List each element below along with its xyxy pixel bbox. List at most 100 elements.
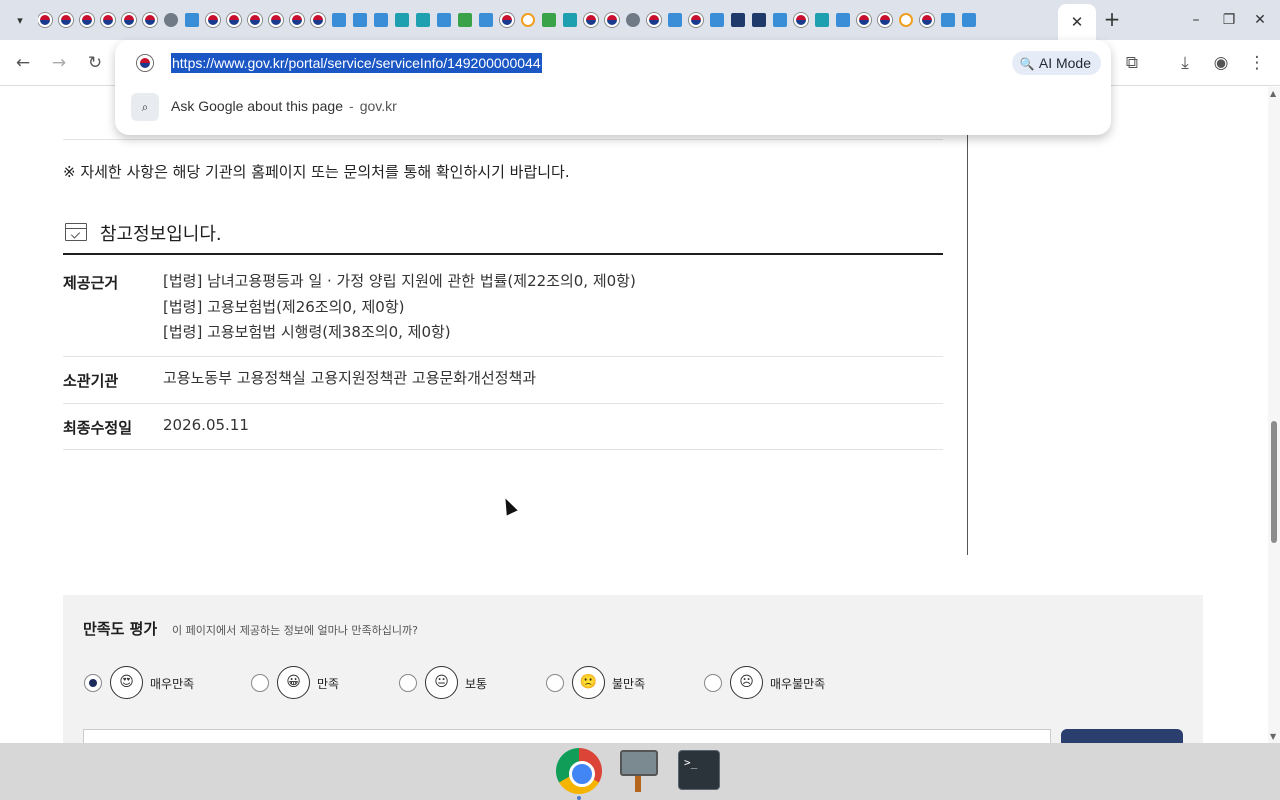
tab-favicon-blue-icon[interactable] [437, 13, 451, 27]
tab-favicon-gov-icon[interactable] [605, 13, 619, 27]
tab-favicon-teal-icon[interactable] [416, 13, 430, 27]
tab-favicon-gov-icon[interactable] [122, 13, 136, 27]
tab-favicon-blue-icon[interactable] [773, 13, 787, 27]
tab-favicon-gov-icon[interactable] [59, 13, 73, 27]
tab-favicon-blue-icon[interactable] [185, 13, 199, 27]
reference-header: 참고정보입니다. [63, 217, 943, 255]
active-tab[interactable]: ✕ [1058, 4, 1096, 40]
radio-button[interactable] [399, 674, 417, 692]
tab-favicon-gov-icon[interactable] [248, 13, 262, 27]
modified-date: 2026.05.11 [163, 416, 249, 434]
minimize-icon[interactable]: – [1186, 10, 1206, 30]
omnibox-dropdown: https://www.gov.kr/portal/service/servic… [115, 40, 1111, 135]
menu-icon[interactable]: ⋮ [1246, 52, 1268, 74]
law-link[interactable]: [법령] 남녀고용평등과 일 · 가정 양립 지원에 관한 법률(제22조의0,… [163, 269, 636, 295]
tab-favicon-gov-icon[interactable] [857, 13, 871, 27]
tab-favicon-blue-icon[interactable] [332, 13, 346, 27]
tab-favicon-blue-icon[interactable] [479, 13, 493, 27]
radio-button[interactable] [704, 674, 722, 692]
tab-favicon-blue-icon[interactable] [962, 13, 976, 27]
profile-icon[interactable]: ◉ [1210, 52, 1232, 74]
tab-favicon-blue-icon[interactable] [353, 13, 367, 27]
tab-favicon-gov-icon[interactable] [227, 13, 241, 27]
close-window-icon[interactable]: ✕ [1250, 10, 1270, 30]
tab-favicon-blue-icon[interactable] [941, 13, 955, 27]
tab-favicon-globe-icon[interactable] [164, 13, 178, 27]
tab-favicon-blue-icon[interactable] [668, 13, 682, 27]
sidebar-divider [967, 87, 968, 555]
tab-favicon-gov-icon[interactable] [101, 13, 115, 27]
scroll-up-icon[interactable]: ▲ [1270, 89, 1276, 98]
tab-favicon-blue-icon[interactable] [836, 13, 850, 27]
tab-favicon-teal-icon[interactable] [395, 13, 409, 27]
ai-mode-button[interactable]: 🔍 AI Mode [1011, 51, 1101, 75]
checkbox-calendar-icon [65, 223, 87, 241]
survey-comment-input[interactable] [83, 729, 1051, 743]
tab-favicon-gov-icon[interactable] [500, 13, 514, 27]
close-icon[interactable]: ✕ [1071, 13, 1084, 31]
tab-favicon-gov-icon[interactable] [647, 13, 661, 27]
survey-submit-button[interactable] [1061, 729, 1183, 743]
suggestion-label: Ask Google about this page [171, 98, 344, 114]
info-values: 2026.05.11 [163, 413, 249, 439]
tab-favicon-navy-icon[interactable] [731, 13, 745, 27]
restore-icon[interactable]: ❐ [1219, 10, 1239, 30]
tab-favicon-navy-icon[interactable] [752, 13, 766, 27]
tab-favicon-gov-icon[interactable] [80, 13, 94, 27]
scroll-down-icon[interactable]: ▼ [1270, 732, 1276, 741]
tab-favicon-globe-icon[interactable] [626, 13, 640, 27]
suggestion-separator: - [349, 98, 354, 114]
tab-favicon-ring-icon[interactable] [899, 13, 913, 27]
tab-favicon-gov-icon[interactable] [38, 13, 52, 27]
law-link[interactable]: [법령] 고용보험법(제26조의0, 제0항) [163, 295, 636, 321]
suggestion-text: Ask Google about this page - gov.kr [171, 98, 397, 114]
page-scrollbar[interactable]: ▲ ▼ [1268, 87, 1280, 743]
scrollbar-thumb[interactable] [1271, 421, 1277, 543]
radio-button[interactable] [251, 674, 269, 692]
chrome-icon[interactable] [556, 748, 602, 794]
info-label: 최종수정일 [63, 419, 133, 437]
rating-label: 불만족 [612, 677, 646, 691]
tab-favicon-gov-icon[interactable] [269, 13, 283, 27]
tab-favicon-gov-icon[interactable] [878, 13, 892, 27]
tab-favicon-gov-icon[interactable] [689, 13, 703, 27]
tab-favicon-gov-icon[interactable] [920, 13, 934, 27]
tab-favicon-blue-icon[interactable] [710, 13, 724, 27]
omnibox-suggestion[interactable]: ⌕ Ask Google about this page - gov.kr [131, 92, 1091, 122]
law-link[interactable]: [법령] 고용보험법 시행령(제38조의0, 제0항) [163, 320, 636, 346]
rating-label: 보통 [465, 677, 488, 691]
radio-button[interactable] [546, 674, 564, 692]
paint-app-icon[interactable] [618, 748, 660, 794]
active-indicator [577, 796, 581, 800]
tab-favicon-teal-icon[interactable] [563, 13, 577, 27]
satisfaction-survey: 만족도 평가 이 페이지에서 제공하는 정보에 얼마나 만족하십니까? 😍 매우… [63, 595, 1203, 743]
tab-favicon-blue-icon[interactable] [374, 13, 388, 27]
reload-icon[interactable]: ↻ [84, 52, 106, 74]
chevron-down-icon: ▾ [17, 13, 23, 27]
easel-leg [635, 776, 641, 792]
suggestion-domain: gov.kr [359, 98, 397, 114]
radio-button[interactable] [84, 674, 102, 692]
tab-favicon-ring-icon[interactable] [521, 13, 535, 27]
back-icon[interactable]: ← [12, 52, 34, 74]
extensions-icon[interactable]: ⧉ [1121, 52, 1143, 74]
tab-favicon-green-icon[interactable] [542, 13, 556, 27]
tab-favicon-gov-icon[interactable] [794, 13, 808, 27]
web-page: ※ 자세한 사항은 해당 기관의 홈페이지 또는 문의처를 통해 확인하시기 바… [0, 87, 1268, 743]
tab-favicon-gov-icon[interactable] [143, 13, 157, 27]
tab-favicon-gov-icon[interactable] [311, 13, 325, 27]
tab-favicon-gov-icon[interactable] [290, 13, 304, 27]
tab-list [38, 0, 1058, 40]
tab-favicon-gov-icon[interactable] [206, 13, 220, 27]
agency-value: 고용노동부 고용정책실 고용지원정책관 고용문화개선정책과 [163, 369, 537, 387]
address-bar-input[interactable]: https://www.gov.kr/portal/service/servic… [171, 53, 542, 73]
new-tab-button[interactable]: + [1102, 9, 1122, 30]
download-icon[interactable]: ⤓ [1174, 52, 1196, 74]
tab-search-button[interactable]: ▾ [8, 8, 32, 32]
search-sparkle-icon: 🔍 [1019, 57, 1035, 71]
forward-icon[interactable]: → [48, 52, 70, 74]
tab-favicon-teal-icon[interactable] [815, 13, 829, 27]
tab-favicon-gov-icon[interactable] [584, 13, 598, 27]
terminal-icon[interactable]: >_ [678, 750, 720, 790]
tab-favicon-green-icon[interactable] [458, 13, 472, 27]
